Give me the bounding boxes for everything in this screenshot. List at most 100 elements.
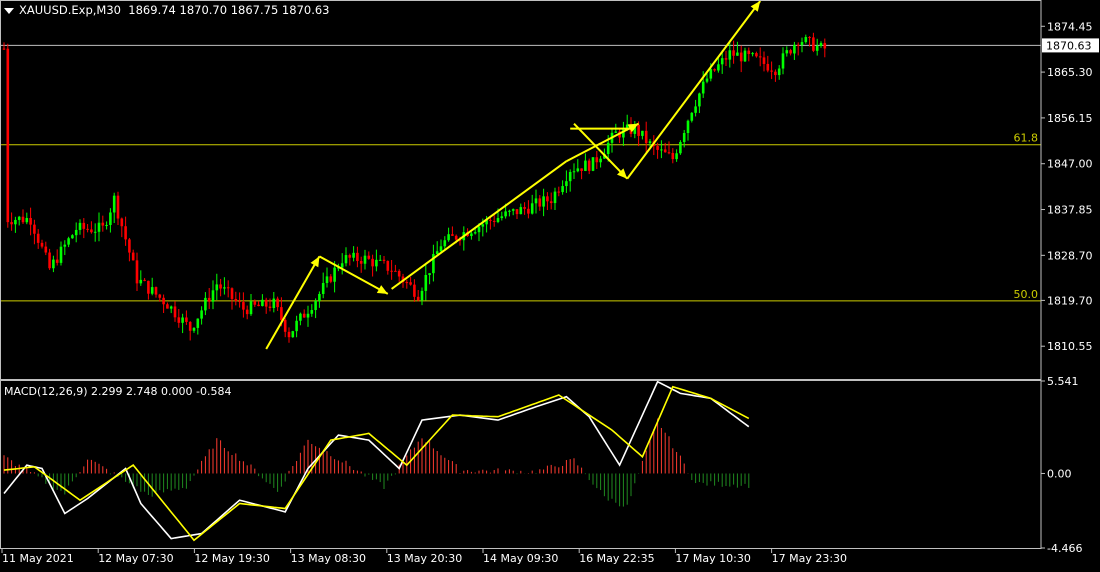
time-tick-label: 12 May 19:30 xyxy=(194,552,269,565)
candle-body xyxy=(226,287,230,289)
price-tick-label: 1837.85 xyxy=(1047,204,1093,217)
candle-body xyxy=(614,131,618,133)
candle-body xyxy=(242,302,245,310)
candle-body xyxy=(287,331,291,338)
candle-body xyxy=(815,45,819,51)
candle-body xyxy=(2,48,6,50)
candle-body xyxy=(405,282,409,284)
candle-body xyxy=(420,290,424,301)
candle-body xyxy=(204,297,207,311)
candle-body xyxy=(310,310,314,314)
candle-body xyxy=(500,216,504,219)
candle-body xyxy=(481,224,485,227)
candle-body xyxy=(192,327,196,331)
macd-header: MACD(12,26,9) 2.299 2.748 0.000 -0.584 xyxy=(4,385,232,398)
candle-body xyxy=(211,290,215,302)
candle-body xyxy=(690,112,694,121)
candle-body xyxy=(435,251,439,255)
candle-body xyxy=(724,58,728,60)
candle-body xyxy=(508,210,511,212)
candle-body xyxy=(473,232,477,234)
candle-body xyxy=(424,274,428,291)
candle-body xyxy=(812,37,815,51)
candle-body xyxy=(207,297,211,302)
candle-body xyxy=(394,270,397,272)
candle-body xyxy=(682,132,686,143)
candle-body xyxy=(511,209,515,211)
candle-body xyxy=(40,242,44,247)
candle-body xyxy=(367,255,371,259)
candle-body xyxy=(580,168,583,171)
candle-body xyxy=(523,207,526,209)
candle-body xyxy=(713,69,716,71)
candle-body xyxy=(413,284,416,297)
candle-body xyxy=(641,130,644,136)
macd-tick-label: -4.466 xyxy=(1047,542,1082,555)
candle-body xyxy=(443,240,447,247)
candle-body xyxy=(173,306,177,318)
candle-body xyxy=(527,208,530,214)
candle-body xyxy=(268,306,272,309)
candle-body xyxy=(150,287,154,294)
candle-body xyxy=(808,37,811,39)
symbol-label: XAUUSD.Exp,M30 xyxy=(19,3,121,17)
candle-body xyxy=(561,186,564,193)
candle-body xyxy=(584,160,587,171)
candle-body xyxy=(709,69,713,79)
candle-body xyxy=(245,309,249,315)
fib-level-label: 50.0 xyxy=(1014,288,1039,301)
candle-body xyxy=(530,203,534,214)
price-tick-label: 1810.55 xyxy=(1047,340,1093,353)
candle-body xyxy=(428,273,431,275)
price-tick-label: 1828.70 xyxy=(1047,249,1093,262)
candle-body xyxy=(371,258,374,267)
candle-body xyxy=(416,296,420,301)
background xyxy=(0,0,1100,568)
candle-body xyxy=(21,216,25,223)
candle-body xyxy=(819,43,823,46)
candle-body xyxy=(447,234,450,241)
candle-body xyxy=(599,158,602,163)
candle-body xyxy=(804,37,808,43)
candle-body xyxy=(728,50,732,60)
candle-body xyxy=(356,252,359,261)
candle-body xyxy=(397,270,401,277)
candle-body xyxy=(78,222,82,230)
chart-canvas[interactable]: 61.8 50.0 1874.45 1865.30 1856.15 1847.00 183… xyxy=(0,0,1100,568)
candle-body xyxy=(63,244,67,247)
candle-body xyxy=(375,259,378,267)
candle-body xyxy=(253,301,257,305)
candle-body xyxy=(565,181,568,187)
candle-body xyxy=(340,263,344,268)
candle-body xyxy=(120,218,124,227)
time-tick-label: 17 May 23:30 xyxy=(772,552,847,565)
candle-body xyxy=(109,212,112,225)
candle-body xyxy=(477,226,481,233)
candle-body xyxy=(283,319,287,332)
candle-body xyxy=(496,218,500,222)
candle-body xyxy=(747,50,751,55)
candle-body xyxy=(166,304,169,309)
candle-body xyxy=(648,141,652,144)
time-tick-label: 11 May 2021 xyxy=(2,552,74,565)
candle-body xyxy=(344,255,348,264)
candle-body xyxy=(823,43,827,49)
candle-body xyxy=(257,304,260,307)
time-tick-label: 13 May 08:30 xyxy=(291,552,366,565)
candle-body xyxy=(637,124,640,136)
fib-level-label: 61.8 xyxy=(1014,132,1039,145)
candle-body xyxy=(299,313,302,321)
dropdown-triangle-icon[interactable] xyxy=(4,7,14,14)
candle-body xyxy=(177,317,181,323)
current-price-label: 1870.63 xyxy=(1046,39,1092,52)
candle-body xyxy=(785,50,789,54)
candle-body xyxy=(116,195,120,219)
candle-body xyxy=(48,252,51,269)
candle-body xyxy=(71,235,74,239)
candle-body xyxy=(732,50,735,56)
candle-body xyxy=(36,233,40,243)
candle-body xyxy=(143,279,146,281)
candle-body xyxy=(534,198,538,204)
candle-body xyxy=(17,216,21,220)
candle-body xyxy=(549,201,553,204)
